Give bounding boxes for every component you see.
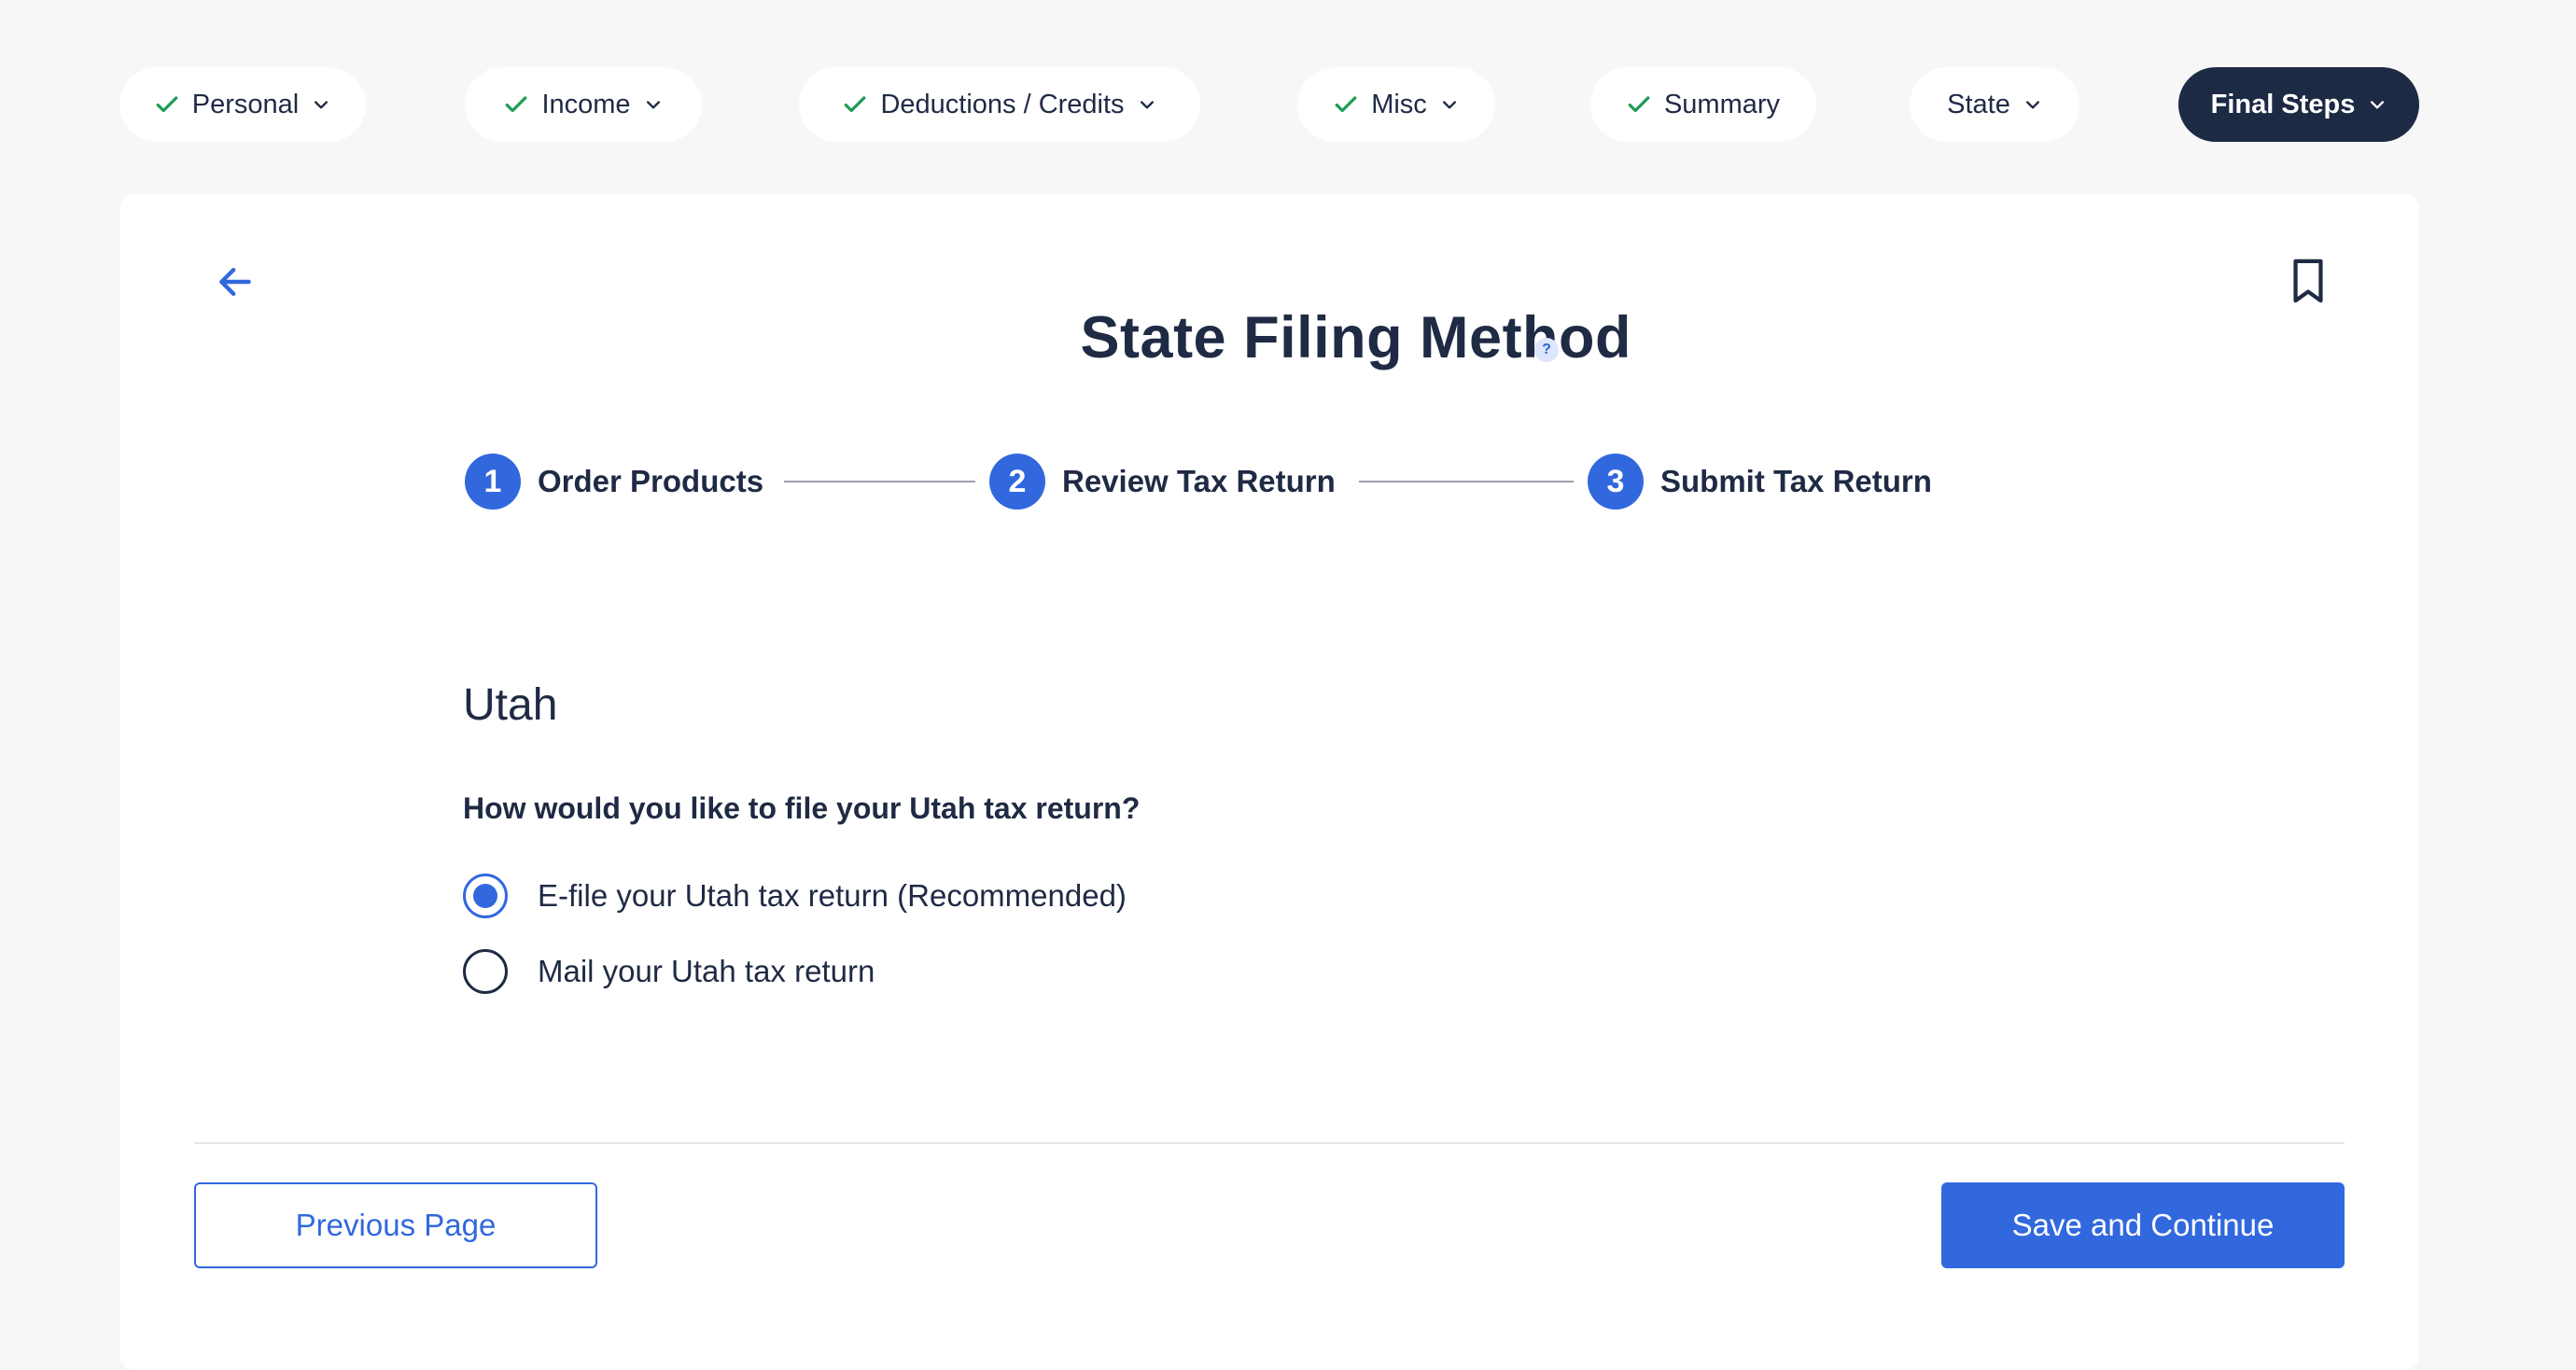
option-mail[interactable]: Mail your Utah tax return — [463, 948, 875, 995]
nav-item-label: Summary — [1663, 89, 1781, 119]
nav-item-deductions-credits[interactable]: Deductions / Credits — [799, 67, 1200, 142]
chevron-down-icon — [2371, 101, 2385, 109]
chevron-down-icon — [2025, 101, 2039, 109]
step-number: 1 — [465, 454, 521, 510]
checkmark-icon — [1335, 96, 1357, 113]
bookmark-icon — [2293, 259, 2323, 303]
step-number: 3 — [1588, 454, 1644, 510]
page-title: State Filing Method — [1080, 305, 1631, 370]
step-submit-tax-return: 3 Submit Tax Return — [1588, 454, 1932, 510]
bookmark-button[interactable] — [2282, 252, 2334, 310]
checkmark-icon — [1628, 96, 1650, 113]
nav-item-label: Misc — [1371, 89, 1427, 119]
nav-item-summary[interactable]: Summary — [1590, 67, 1816, 142]
help-icon[interactable]: ? — [1534, 338, 1559, 362]
step-label: Order Products — [538, 464, 764, 498]
option-efile[interactable]: E-file your Utah tax return (Recommended… — [463, 873, 1127, 919]
step-number: 2 — [989, 454, 1045, 510]
step-review-tax-return: 2 Review Tax Return — [989, 454, 1336, 510]
back-button[interactable] — [209, 256, 261, 308]
title-wrap: State Filing Method — [119, 304, 1631, 371]
step-label: Submit Tax Return — [1660, 464, 1932, 498]
step-connector — [1359, 481, 1574, 482]
chevron-down-icon — [315, 101, 329, 109]
nav-item-personal[interactable]: Personal — [119, 67, 366, 142]
chevron-down-icon — [1442, 101, 1456, 109]
main-card: State Filing Method ? 1 Order Products 2… — [119, 194, 2419, 1370]
save-and-continue-button[interactable]: Save and Continue — [1941, 1182, 2345, 1268]
chevron-down-icon — [646, 101, 660, 109]
nav-item-final-steps[interactable]: Final Steps — [2178, 67, 2419, 142]
nav-item-label: Final Steps — [2210, 89, 2356, 119]
step-label: Review Tax Return — [1062, 464, 1336, 498]
chevron-down-icon — [1140, 101, 1154, 109]
nav-item-income[interactable]: Income — [465, 67, 702, 142]
filing-question: How would you like to file your Utah tax… — [463, 791, 1141, 825]
previous-page-button[interactable]: Previous Page — [194, 1182, 597, 1268]
option-label: E-file your Utah tax return (Recommended… — [538, 878, 1127, 913]
checkmark-icon — [506, 96, 527, 113]
nav-item-label: Personal — [191, 89, 300, 119]
state-heading: Utah — [463, 680, 558, 730]
checkmark-icon — [156, 96, 178, 113]
option-label: Mail your Utah tax return — [538, 954, 875, 988]
section-nav: Personal Income Deductions / Credits Mis… — [119, 67, 2419, 142]
nav-item-label: Deductions / Credits — [880, 89, 1125, 119]
arrow-left-icon — [219, 267, 251, 297]
radio-button[interactable] — [463, 949, 508, 994]
radio-button[interactable] — [463, 874, 508, 918]
nav-item-misc[interactable]: Misc — [1297, 67, 1495, 142]
step-connector — [784, 481, 975, 482]
nav-item-state[interactable]: State — [1910, 67, 2079, 142]
nav-item-label: Income — [541, 89, 631, 119]
step-order-products: 1 Order Products — [465, 454, 763, 510]
checkmark-icon — [845, 96, 866, 113]
nav-item-label: State — [1947, 89, 2010, 119]
footer-divider — [194, 1142, 2345, 1144]
